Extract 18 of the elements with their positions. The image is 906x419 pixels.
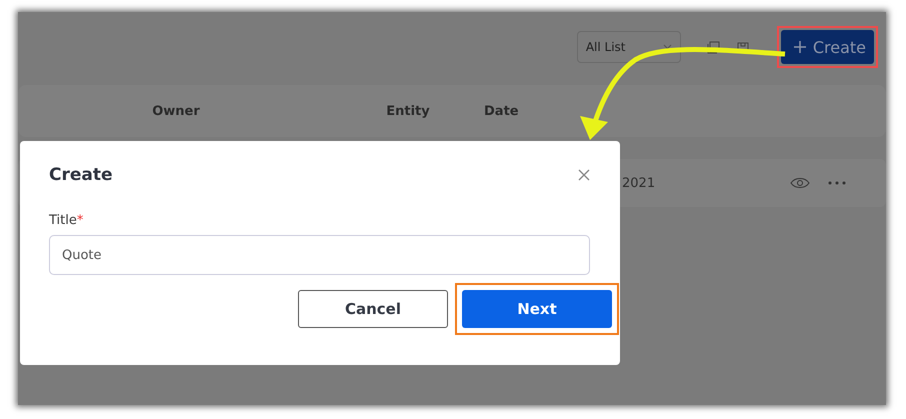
field-label: Title* <box>49 213 84 228</box>
required-mark: * <box>76 213 84 228</box>
caret-icon <box>662 44 672 50</box>
column-header: Owner <box>151 104 201 118</box>
title-input[interactable]: Quote <box>49 235 590 275</box>
table-cell-text: 2021 <box>622 176 656 190</box>
plus-icon <box>792 40 807 54</box>
close-icon[interactable] <box>578 169 590 181</box>
column-header: Date <box>483 104 520 118</box>
list-filter-dropdown[interactable]: All List <box>576 31 681 63</box>
cancel-button[interactable]: Cancel <box>298 290 448 328</box>
columns-icon[interactable] <box>706 40 721 54</box>
eye-icon[interactable] <box>790 177 810 189</box>
more-icon[interactable] <box>828 181 846 185</box>
next-button[interactable]: Next <box>462 290 612 328</box>
column-header: Entity <box>385 104 431 118</box>
create-button[interactable]: Create <box>780 30 874 64</box>
dialog-title: Create <box>49 165 113 185</box>
